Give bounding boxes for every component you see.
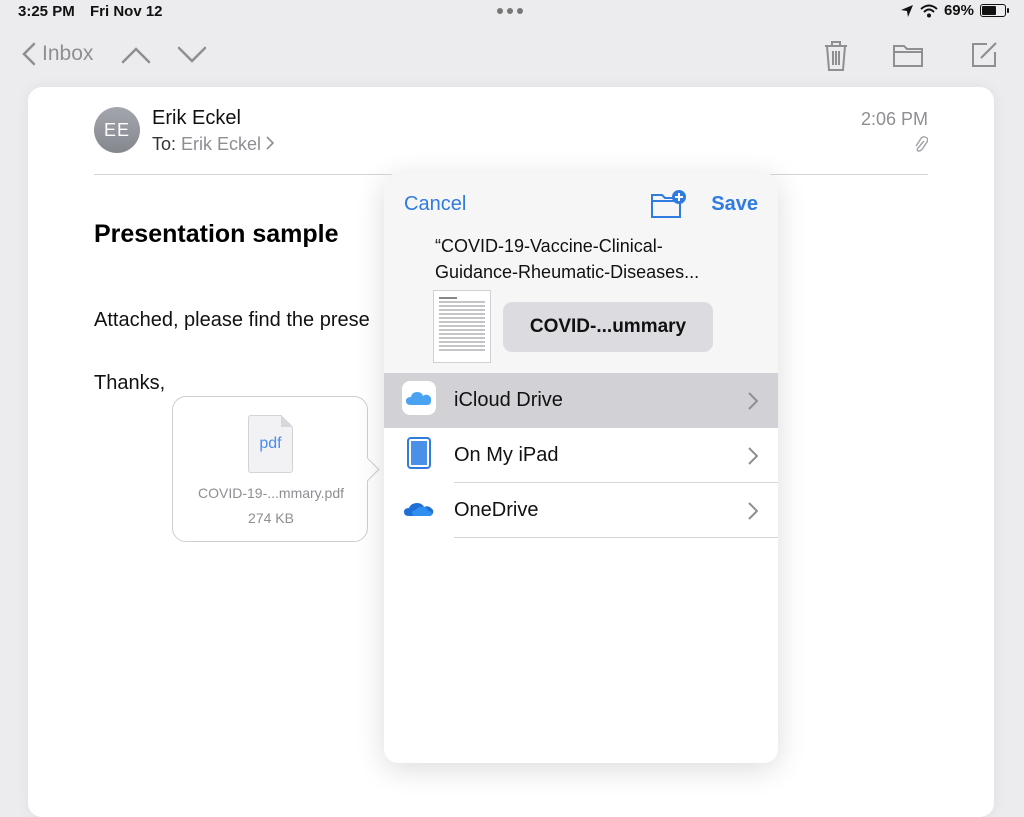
- cancel-button[interactable]: Cancel: [404, 193, 466, 216]
- document-thumbnail: [433, 290, 491, 363]
- email-body-line: Attached, please find the prese: [94, 309, 370, 331]
- trash-icon[interactable]: [823, 40, 849, 72]
- file-title-line: “COVID-19-Vaccine-Clinical-: [435, 236, 663, 256]
- recipient-name: Erik Eckel: [181, 134, 262, 154]
- back-to-inbox-button[interactable]: Inbox: [22, 42, 93, 66]
- location-icon: [900, 4, 913, 17]
- onedrive-icon: [401, 490, 437, 531]
- battery-icon: [980, 4, 1009, 17]
- row-divider: [454, 537, 778, 538]
- email-body-line: Thanks,: [94, 372, 166, 394]
- sender-name[interactable]: Erik Eckel: [152, 107, 241, 130]
- chevron-left-icon: [22, 42, 36, 66]
- location-label: iCloud Drive: [454, 389, 563, 411]
- chevron-right-icon: [748, 501, 758, 520]
- chevron-right-icon: [748, 446, 758, 465]
- location-icloud-drive[interactable]: iCloud Drive: [384, 373, 778, 428]
- wifi-icon: [920, 4, 938, 17]
- chevron-right-icon: [748, 391, 758, 410]
- attachment-size: 274 KB: [248, 510, 294, 526]
- pdf-file-icon: pdf: [248, 415, 293, 473]
- compose-icon[interactable]: [969, 40, 999, 70]
- message-time: 2:06 PM: [860, 109, 928, 129]
- multitasking-dots-icon[interactable]: [497, 8, 523, 14]
- status-right: 69%: [900, 2, 1009, 19]
- file-title: “COVID-19-Vaccine-Clinical- Guidance-Rhe…: [435, 233, 745, 285]
- battery-percent: 69%: [943, 2, 974, 19]
- location-label: On My iPad: [454, 444, 559, 466]
- attachment-name: COVID-19-...mmary.pdf: [198, 485, 344, 501]
- file-title-line: Guidance-Rheumatic-Diseases...: [435, 262, 700, 282]
- status-time: 3:25 PM: [18, 3, 75, 20]
- icloud-icon: [401, 380, 437, 421]
- location-on-my-ipad[interactable]: On My iPad: [384, 428, 778, 483]
- to-label: To:: [152, 134, 177, 154]
- ipad-icon: [401, 435, 437, 476]
- mail-toolbar: Inbox: [0, 36, 1024, 76]
- paperclip-icon: [915, 136, 928, 152]
- folder-icon[interactable]: [892, 42, 924, 68]
- email-subject: Presentation sample: [94, 220, 339, 248]
- pdf-attachment[interactable]: pdf COVID-19-...mmary.pdf 274 KB: [172, 396, 368, 542]
- new-folder-icon[interactable]: [650, 189, 688, 219]
- status-date: Fri Nov 12: [90, 3, 163, 20]
- status-bar: 3:25 PM Fri Nov 12 69%: [0, 0, 1024, 24]
- location-onedrive[interactable]: OneDrive: [384, 483, 778, 538]
- save-to-files-sheet: Cancel Save “COVID-19-Vaccine-Clinical- …: [384, 173, 778, 763]
- save-button[interactable]: Save: [711, 193, 758, 216]
- chevron-up-icon[interactable]: [121, 46, 151, 64]
- back-label: Inbox: [42, 42, 94, 65]
- avatar[interactable]: EE: [94, 107, 140, 153]
- filename-input[interactable]: [503, 302, 713, 352]
- recipient-line[interactable]: To: Erik Eckel: [152, 134, 275, 155]
- file-type-label: pdf: [259, 435, 282, 452]
- chevron-right-icon: [266, 136, 275, 150]
- location-label: OneDrive: [454, 499, 539, 521]
- chevron-down-icon[interactable]: [177, 46, 207, 64]
